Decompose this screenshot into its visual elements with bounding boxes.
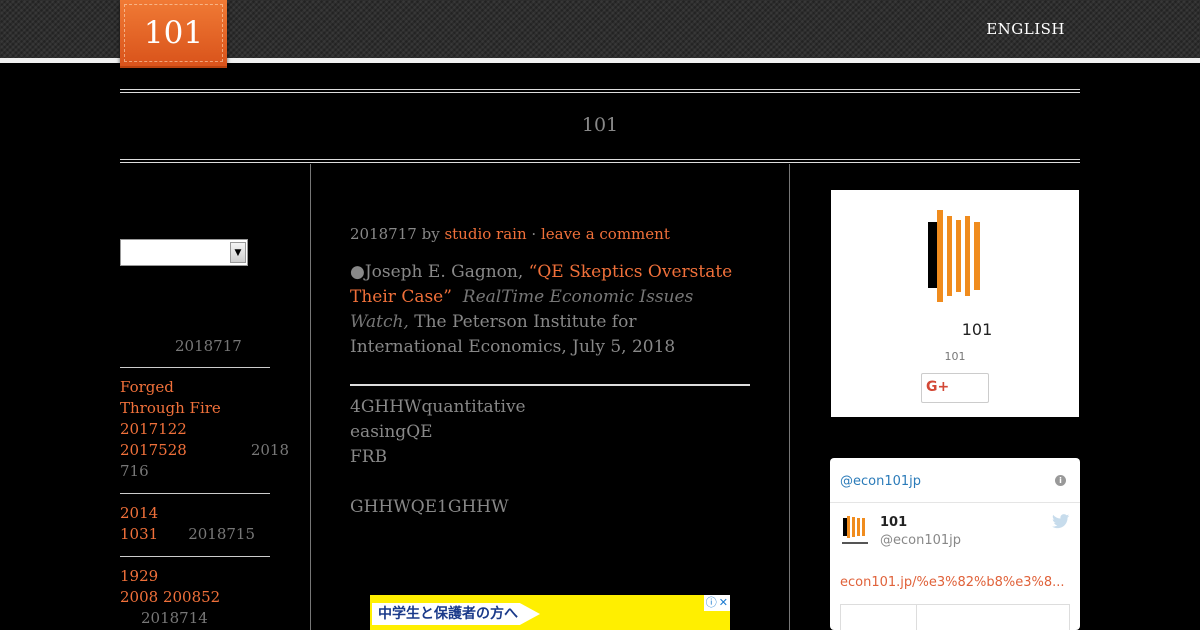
- leave-comment-link[interactable]: leave a comment: [541, 225, 670, 243]
- chevron-down-icon[interactable]: ▼: [230, 242, 246, 263]
- post-line: FRB: [350, 447, 388, 467]
- twitter-account-handle[interactable]: @econ101jp: [880, 533, 961, 548]
- meta-separator: ·: [531, 225, 537, 243]
- post-by: by: [421, 225, 440, 243]
- sidebar-entry-4: 1929 2008 200852 2018714: [120, 566, 310, 629]
- twitter-account-name[interactable]: 101: [880, 515, 907, 530]
- sidebar-entry-2-link[interactable]: Forged: [120, 378, 174, 396]
- column-divider-right: [789, 164, 790, 630]
- twitter-tweet-card[interactable]: [840, 604, 1070, 630]
- twitter-bird-icon[interactable]: [1052, 514, 1070, 529]
- twitter-widget-header: @econ101jp i: [830, 458, 1080, 503]
- profile-subtitle: 101: [944, 350, 966, 363]
- ad-banner[interactable]: 中学生と保護者の方へ ⓘ ✕: [370, 595, 730, 630]
- post-author-link[interactable]: studio rain: [444, 225, 526, 243]
- sidebar-divider: [120, 556, 270, 557]
- info-icon[interactable]: i: [1055, 475, 1066, 486]
- sidebar-entry-2-link[interactable]: 2017528: [120, 441, 187, 459]
- post-divider: [350, 384, 750, 386]
- title-rule-top: [120, 89, 1080, 93]
- post-line: 4GHHWquantitative: [350, 397, 526, 417]
- title-rule-bottom: [120, 159, 1080, 163]
- sidebar-entry-4-date: 2018714: [141, 609, 208, 627]
- sidebar-entry-2-link[interactable]: Through Fire: [120, 399, 221, 417]
- econ101-logo-icon: [928, 210, 980, 302]
- post-line: easingQE: [350, 422, 433, 442]
- sidebar-divider: [120, 367, 270, 368]
- sidebar-entry-3: 2014 1031 2018715: [120, 503, 310, 545]
- site-title: 101: [581, 114, 619, 136]
- twitter-tweet-link[interactable]: econ101.jp/%e3%82%b8%e3%8...: [840, 575, 1065, 590]
- sidebar-entry-2: Forged Through Fire 2017122 2017528 2018 …: [120, 377, 310, 482]
- profile-name: 101: [961, 320, 993, 339]
- google-plus-button[interactable]: G+: [921, 373, 989, 403]
- sidebar-entry-4-link[interactable]: 2008 200852: [120, 588, 220, 606]
- quote-author: Joseph E. Gagnon,: [364, 262, 529, 282]
- twitter-widget: @econ101jp i 101 @econ101jp econ101.jp/%…: [830, 458, 1080, 630]
- column-divider-left: [310, 164, 311, 630]
- language-link-english[interactable]: ENGLISH: [986, 20, 1065, 38]
- sidebar-entry-2-date: 2018: [250, 441, 289, 459]
- site-logo[interactable]: 101: [120, 0, 227, 68]
- ad-close-icon[interactable]: ✕: [719, 595, 728, 611]
- post-paragraph-2: GHHWQE1GHHW: [350, 497, 509, 517]
- sidebar-entry-3-link[interactable]: 1031: [120, 525, 158, 543]
- twitter-avatar[interactable]: [840, 514, 870, 548]
- ad-controls: ⓘ ✕: [703, 595, 730, 611]
- sidebar-entry-3-date: 2018715: [188, 525, 255, 543]
- sidebar-divider: [120, 493, 270, 494]
- bullet-icon: ●: [350, 262, 365, 282]
- profile-card: 101 101 G+: [831, 190, 1079, 417]
- sidebar-entry-1-date: 2018717: [175, 337, 242, 355]
- quote-close-mark: ”: [443, 287, 452, 307]
- sidebar-entry-2-link[interactable]: 2017122: [120, 420, 187, 438]
- sidebar-entry-2-date-cont: 716: [120, 462, 149, 480]
- archive-select[interactable]: ▼: [120, 239, 248, 266]
- post-paragraph-1: 4GHHWquantitative easingQE FRB: [350, 395, 526, 470]
- google-plus-icon: G+: [926, 379, 950, 395]
- post-meta: 2018717 by studio rain · leave a comment: [350, 225, 670, 243]
- twitter-header-handle-link[interactable]: @econ101jp: [840, 474, 921, 489]
- post-date: 2018717: [350, 225, 417, 243]
- ad-info-icon[interactable]: ⓘ: [706, 595, 717, 611]
- sidebar-entry-4-link[interactable]: 1929: [120, 567, 158, 585]
- ad-label[interactable]: 中学生と保護者の方へ: [372, 603, 540, 625]
- sidebar-entry-3-link[interactable]: 2014: [120, 504, 158, 522]
- post-quote: ●Joseph E. Gagnon, “QE Skeptics Overstat…: [350, 260, 750, 360]
